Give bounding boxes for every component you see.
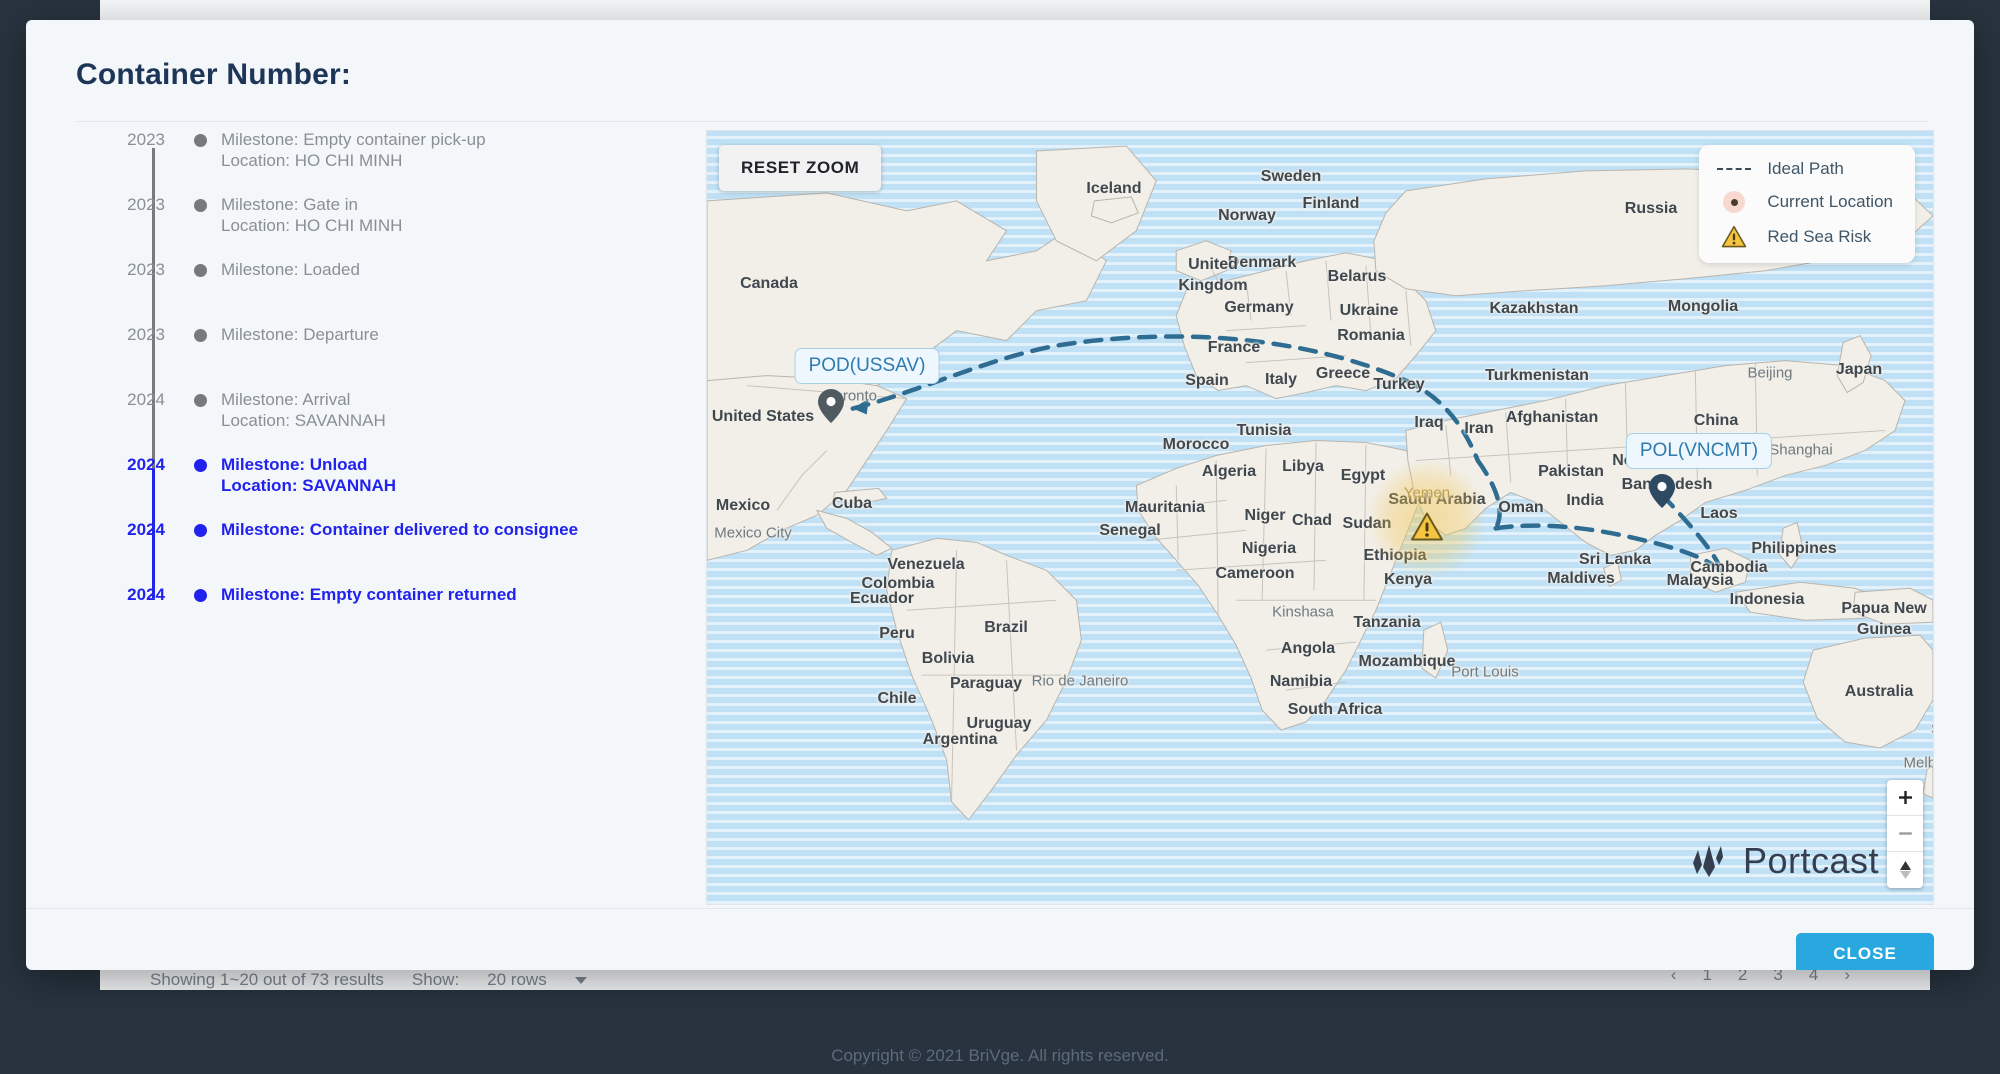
legend-label-ideal-path: Ideal Path — [1767, 159, 1844, 178]
timeline-milestone: Milestone: Unload — [221, 455, 368, 474]
portcast-wordmark: Portcast — [1742, 840, 1879, 881]
timeline-item: 2023 Milestone: Gate in Location: HO CHI M… — [74, 195, 704, 236]
timeline-dot-column — [179, 455, 221, 496]
timeline-text: Milestone: Arrival Location: SAVANNAH — [221, 390, 386, 431]
timeline-dot-icon — [193, 459, 207, 472]
timeline-text: Milestone: Empty container returned — [221, 585, 517, 606]
timeline-text: Milestone: Empty container pick-up Locati… — [221, 130, 486, 171]
results-count-text: Showing 1~20 out of 73 results — [150, 970, 384, 989]
copyright-text: Copyright © 2021 BriVge. All rights rese… — [831, 1046, 1169, 1065]
page-title: Container Number: — [76, 58, 352, 91]
legend-label-red-sea-risk: Red Sea Risk — [1767, 227, 1872, 246]
timeline-dot-icon — [193, 524, 207, 537]
portcast-attribution: Portcast — [1687, 840, 1879, 882]
milestone-timeline: 2023 Milestone: Empty container pick-up Lo… — [74, 130, 704, 650]
background-table-footer: Showing 1~20 out of 73 results Show: 20 … — [150, 970, 587, 990]
timeline-dot-icon — [193, 394, 207, 407]
show-rows-label: Show: — [411, 970, 460, 989]
timeline-milestone: Milestone: Container delivered to consig… — [221, 520, 579, 539]
timeline-date: 2023 — [127, 325, 165, 344]
current-location-icon — [1717, 191, 1751, 213]
timeline-dot-icon — [193, 134, 207, 147]
timeline-date: 2023 — [127, 260, 165, 279]
timeline-dot-column — [179, 325, 221, 346]
timeline-dot-icon — [193, 329, 207, 342]
timeline-dot-column — [179, 260, 221, 281]
timeline-location: Location: SAVANNAH — [221, 475, 397, 495]
timeline-item: 2023 Milestone: Loaded — [74, 260, 704, 281]
timeline-text: Milestone: Loaded — [221, 260, 360, 281]
reset-zoom-button[interactable]: RESET ZOOM — [719, 145, 882, 191]
timeline-date: 2024 — [127, 585, 165, 604]
chevron-down-icon — [574, 976, 587, 984]
timeline-text: Milestone: Container delivered to consig… — [221, 520, 578, 541]
timeline-item: 2023 Milestone: Departure — [74, 325, 704, 346]
warning-triangle-icon — [1717, 225, 1751, 249]
footer-divider — [26, 908, 1974, 909]
portcast-logo-icon — [1692, 845, 1723, 877]
compass-button[interactable] — [1887, 852, 1923, 888]
timeline-milestone: Milestone: Empty container pick-up — [221, 130, 486, 149]
timeline-item: 2024 Milestone: Empty container returned — [74, 585, 704, 606]
timeline-date: 2024 — [127, 455, 165, 474]
zoom-out-button[interactable] — [1887, 816, 1923, 852]
timeline-dot-column — [179, 585, 221, 606]
timeline-item: 2023 Milestone: Empty container pick-up Lo… — [74, 130, 704, 171]
dashed-line-icon — [1717, 168, 1752, 170]
timeline-location: Location: HO CHI MINH — [221, 215, 403, 235]
timeline-dot-column — [179, 130, 221, 171]
timeline-date: 2023 — [127, 195, 165, 214]
timeline-item: 2024 Milestone: Arrival Location: SAVANNAH — [74, 390, 704, 431]
timeline-dot-icon — [193, 199, 207, 212]
container-tracking-modal: Container Number: 2023 Milestone: Empty c… — [26, 20, 1974, 970]
legend-item-ideal-path: Ideal Path — [1717, 159, 1893, 179]
timeline-date: 2024 — [127, 520, 165, 539]
timeline-milestone: Milestone: Departure — [221, 325, 379, 344]
legend-item-red-sea-risk: Red Sea Risk — [1717, 225, 1893, 249]
timeline-dot-icon — [193, 264, 207, 277]
timeline-text: Milestone: Departure — [221, 325, 379, 346]
port-label-pol[interactable]: POL(VNCMT) — [1625, 433, 1773, 469]
timeline-location: Location: HO CHI MINH — [221, 150, 403, 170]
timeline-dot-column — [179, 520, 221, 541]
timeline-milestone: Milestone: Empty container returned — [221, 585, 517, 604]
timeline-milestone: Milestone: Gate in — [221, 195, 359, 214]
timeline-date: 2023 — [127, 130, 165, 149]
timeline-dot-column — [179, 390, 221, 431]
title-divider — [76, 121, 1928, 122]
legend-item-current-location: Current Location — [1717, 191, 1893, 213]
zoom-in-button[interactable] — [1887, 780, 1923, 816]
timeline-milestone: Milestone: Arrival — [221, 390, 351, 409]
timeline-location: Location: SAVANNAH — [221, 410, 386, 430]
route-map[interactable]: Iceland Sweden Norway Finland Russia Canada De… — [706, 130, 1934, 905]
rows-per-page-value: 20 rows — [487, 970, 547, 989]
legend-label-current-location: Current Location — [1767, 192, 1893, 211]
map-zoom-controls[interactable] — [1887, 780, 1923, 888]
timeline-item: 2024 Milestone: Container delivered to co… — [74, 520, 704, 541]
timeline-dot-column — [179, 195, 221, 236]
timeline-date: 2024 — [127, 390, 165, 409]
port-label-pod[interactable]: POD(USSAV) — [794, 348, 940, 384]
timeline-text: Milestone: Gate in Location: HO CHI MINH — [221, 195, 402, 236]
timeline-item: 2024 Milestone: Unload Location: SAVANNAH — [74, 455, 704, 496]
map-pin-icon-pol[interactable] — [1649, 474, 1675, 508]
timeline-dot-icon — [193, 589, 207, 602]
timeline-text: Milestone: Unload Location: SAVANNAH — [221, 455, 396, 496]
warning-triangle-icon[interactable] — [1410, 512, 1444, 543]
map-pin-icon-pod[interactable] — [818, 389, 844, 423]
timeline-milestone: Milestone: Loaded — [221, 260, 360, 279]
close-button[interactable]: CLOSE — [1796, 933, 1934, 970]
map-legend: Ideal Path Current Location Red Sea Risk — [1699, 145, 1915, 263]
